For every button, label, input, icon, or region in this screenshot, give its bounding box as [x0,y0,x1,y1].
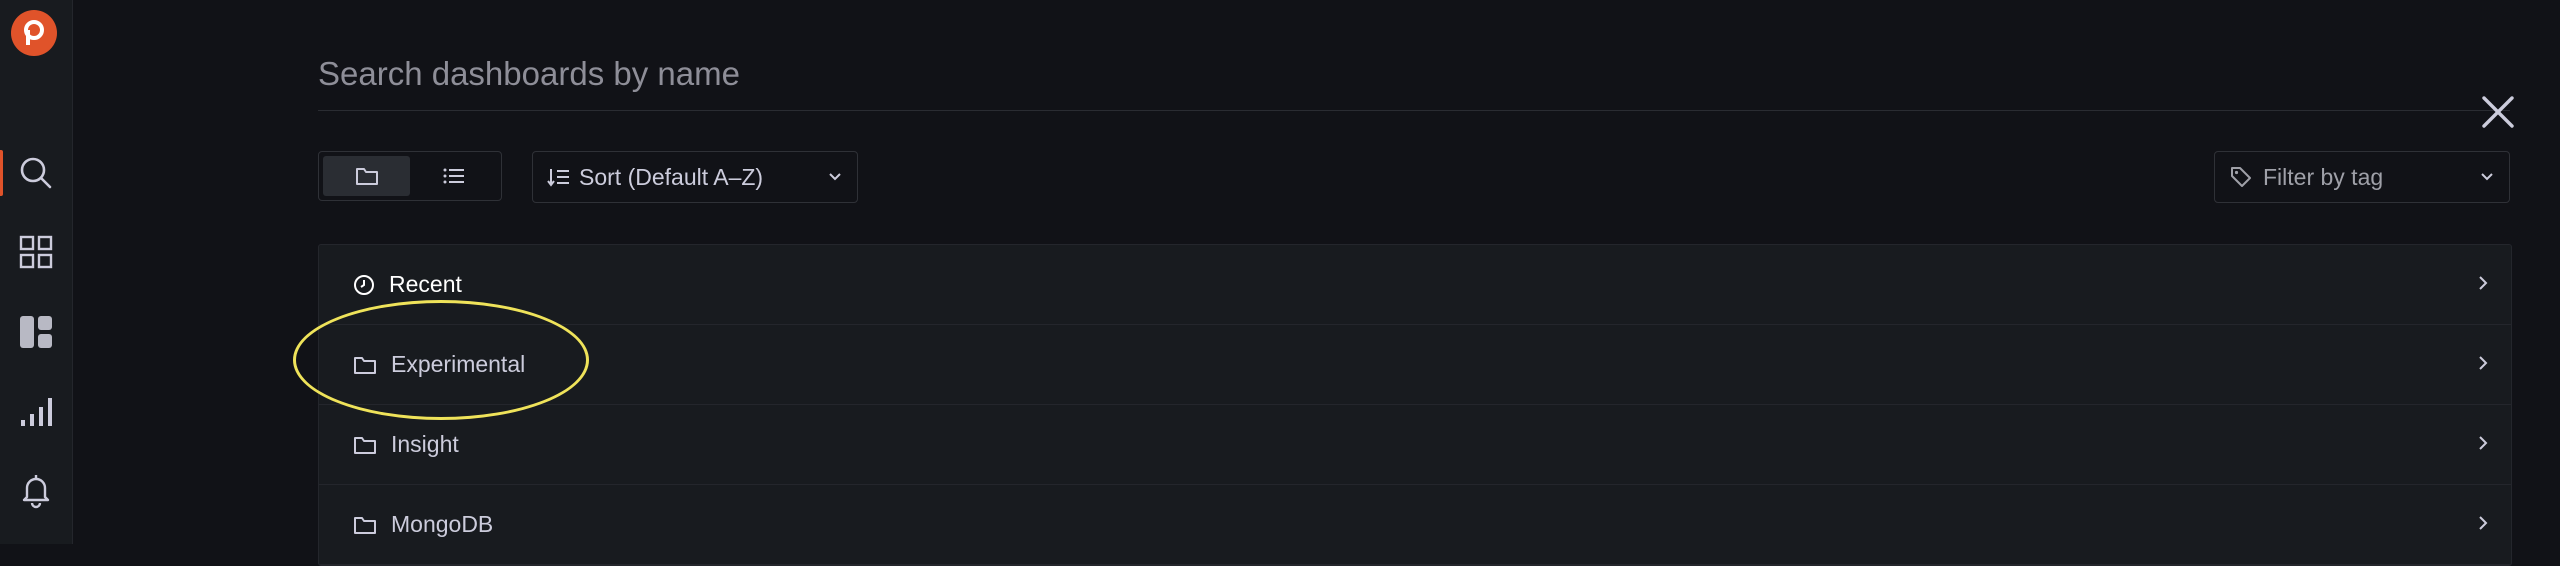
search-input[interactable] [318,38,2318,110]
search-icon [20,157,52,189]
view-mode-toggle [318,151,502,201]
list-view-button[interactable] [410,156,497,196]
chevron-down-icon [2481,173,2493,181]
clock-icon [354,274,374,295]
folder-label: Experimental [391,351,526,377]
folder-icon [354,516,376,534]
sort-select[interactable]: Sort (Default A–Z) [532,151,858,203]
panels-icon [20,316,52,348]
tag-filter-select[interactable]: Filter by tag [2214,151,2510,203]
close-button[interactable] [2458,76,2538,148]
logo-p-icon [24,20,44,45]
folder-label: Insight [391,431,459,457]
tag-filter-label: Filter by tag [2263,163,2384,190]
folder-row-insight[interactable]: Insight [319,405,2511,485]
sidebar [0,0,73,544]
chevron-right-icon [2479,276,2488,290]
sort-label: Sort (Default A–Z) [579,163,764,190]
sidebar-item-search[interactable] [0,142,72,204]
close-icon [2482,96,2514,128]
folder-icon [355,168,378,185]
search-bar [318,38,2514,128]
chevron-right-icon [2479,436,2488,450]
chevron-right-icon [2479,516,2488,530]
sidebar-item-alerting[interactable] [0,459,72,521]
list-icon [443,168,464,184]
folder-icon [354,436,376,454]
folder-row-recent[interactable]: Recent [319,245,2511,325]
folder-row-mongodb[interactable]: MongoDB [319,485,2511,565]
folder-label: Recent [389,271,462,297]
folder-view-button[interactable] [323,156,410,196]
folder-icon [354,356,376,374]
sidebar-item-panels[interactable] [0,301,72,363]
folder-row-experimental[interactable]: Experimental [319,325,2511,405]
explore-bars-icon [21,398,52,426]
sidebar-item-dashboards[interactable] [0,221,72,283]
alerting-bell-icon [22,475,50,509]
folder-label: MongoDB [391,511,494,537]
chevron-down-icon [829,173,841,181]
tag-icon [2231,167,2251,187]
dashboards-grid-icon [19,235,53,269]
app-logo[interactable] [11,10,57,56]
sort-icon [547,169,569,187]
sidebar-item-explore[interactable] [0,380,72,442]
chevron-right-icon [2479,356,2488,370]
folder-list: Recent Experimental Insight MongoDB [318,244,2512,566]
